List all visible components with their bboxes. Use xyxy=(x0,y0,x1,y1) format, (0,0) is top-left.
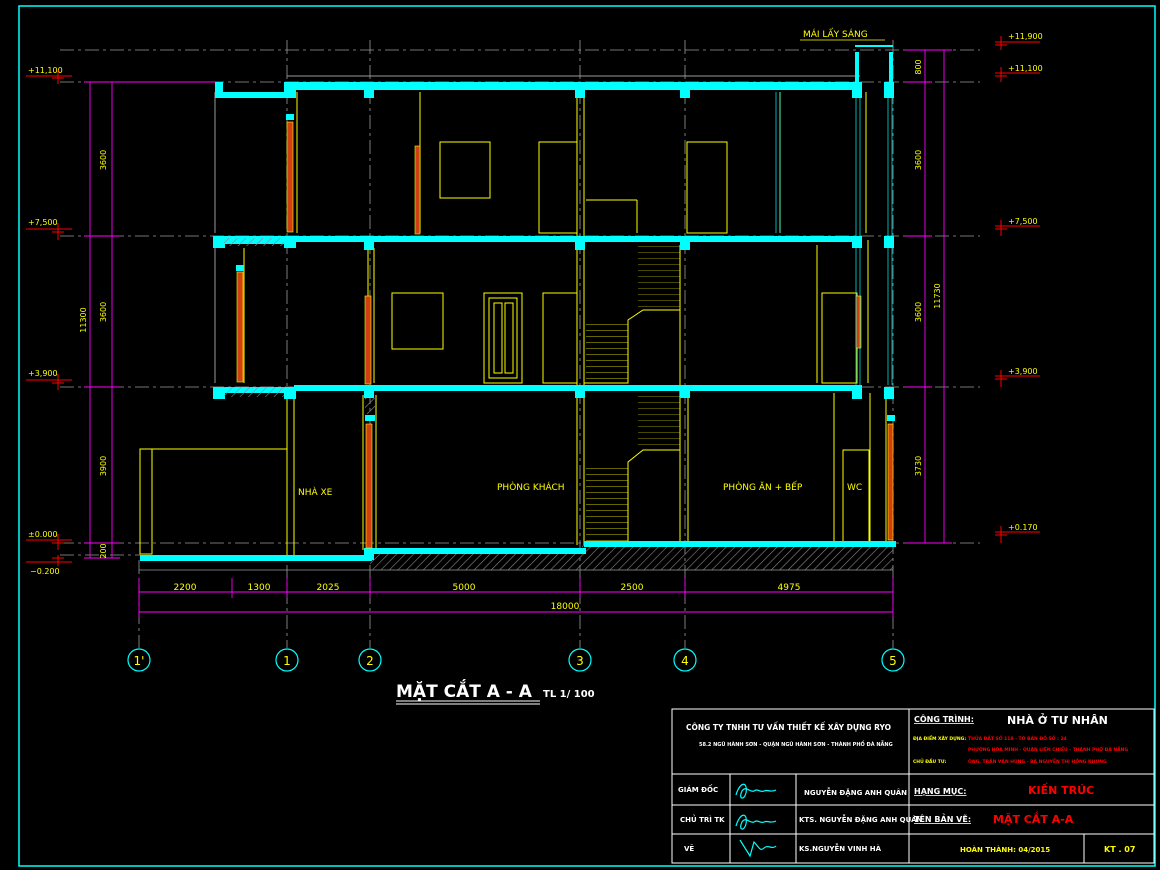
svg-text:+7,500: +7,500 xyxy=(1008,217,1038,226)
level-markers-left: +11,100 +7,500 +3,900 ±0.000 −0.200 xyxy=(28,66,63,576)
svg-text:2025: 2025 xyxy=(317,583,340,593)
svg-text:+11,900: +11,900 xyxy=(1008,32,1043,41)
svg-text:11300: 11300 xyxy=(79,307,88,332)
svg-text:3600: 3600 xyxy=(99,302,108,322)
category-label: HẠNG MỤC: xyxy=(914,787,966,796)
sheet-name-value: MẶT CẮT A-A xyxy=(993,811,1074,826)
svg-text:+11,100: +11,100 xyxy=(1008,64,1043,73)
svg-text:+11,100: +11,100 xyxy=(28,66,63,75)
svg-text:18000: 18000 xyxy=(551,602,580,612)
room-living: PHÒNG KHÁCH xyxy=(497,481,565,493)
director-role: GIÁM ĐỐC xyxy=(678,784,718,794)
svg-text:3900: 3900 xyxy=(99,456,108,476)
svg-text:+7,500: +7,500 xyxy=(28,218,58,227)
svg-text:−0.200: −0.200 xyxy=(30,567,60,576)
owner-label: CHỦ ĐẦU TƯ: xyxy=(913,756,947,765)
room-wc: WC xyxy=(847,483,862,493)
svg-text:3600: 3600 xyxy=(914,150,923,170)
svg-text:1': 1' xyxy=(134,654,145,668)
location-line2: PHƯỜNG HÒA MINH - QUẬN LIÊN CHIỂU - THÀN… xyxy=(968,745,1128,753)
company-name: CÔNG TY TNHH TƯ VẤN THIẾT KẾ XÂY DỰNG RY… xyxy=(686,722,891,732)
drawer-role: VẼ xyxy=(684,844,694,853)
sheet-name-label: TÊN BẢN VẼ: xyxy=(914,813,971,824)
room-garage: NHÀ XE xyxy=(298,486,333,498)
svg-text:+0.170: +0.170 xyxy=(1008,523,1038,532)
svg-text:11730: 11730 xyxy=(933,283,942,308)
svg-text:3600: 3600 xyxy=(914,302,923,322)
ground-hatch-left xyxy=(370,552,582,570)
svg-text:±0.000: ±0.000 xyxy=(28,530,58,539)
level-lines xyxy=(60,49,980,556)
axis-bubbles xyxy=(127,648,905,672)
svg-text:+3,900: +3,900 xyxy=(28,369,58,378)
project-label: CÔNG TRÌNH: xyxy=(914,713,974,724)
sheet-number: KT . 07 xyxy=(1104,845,1135,854)
owner-name: ÔNG. TRẦN VĂN HÙNG - BÀ NGUYỄN THỊ HỒNG … xyxy=(968,756,1107,765)
svg-text:2500: 2500 xyxy=(621,583,644,593)
svg-text:5000: 5000 xyxy=(453,583,476,593)
room-dining: PHÒNG ĂN + BẾP xyxy=(723,481,803,493)
category-value: KIẾN TRÚC xyxy=(1028,782,1094,797)
svg-text:+3,900: +3,900 xyxy=(1008,367,1038,376)
svg-text:1: 1 xyxy=(283,654,291,668)
svg-text:1300: 1300 xyxy=(248,583,271,593)
svg-text:3730: 3730 xyxy=(914,456,923,476)
ground-hatch-right xyxy=(582,545,893,570)
completed-date: HOÀN THÀNH: 04/2015 xyxy=(960,845,1050,854)
drawing-title: MẶT CẮT A - A xyxy=(396,678,533,702)
level-markers-right: +11,900 +11,100 +7,500 +3,900 +0.170 xyxy=(1008,32,1043,532)
chief-role: CHỦ TRÌ TK xyxy=(680,814,725,824)
location-label: ĐỊA ĐIỂM XÂY DỰNG: xyxy=(913,734,966,742)
roof-label: MÁI LẤY SÁNG xyxy=(803,28,868,40)
chief-name: KTS. NGUYỄN ĐẶNG ANH QUÂN xyxy=(799,814,923,824)
svg-text:200: 200 xyxy=(99,543,108,558)
svg-text:800: 800 xyxy=(914,59,923,74)
svg-text:2200: 2200 xyxy=(174,583,197,593)
project-name: NHÀ Ở TƯ NHÂN xyxy=(1007,713,1108,727)
svg-text:3600: 3600 xyxy=(99,150,108,170)
drawer-name: KS.NGUYỄN VINH HÀ xyxy=(799,843,882,853)
svg-text:5: 5 xyxy=(889,654,897,668)
cad-drawing: MÁI LẤY SÁNG NHÀ XE PHÒNG KHÁCH PHÒNG ĂN… xyxy=(18,5,1156,867)
location-line1: THỬA ĐẤT SỐ 118 - TỜ BẢN ĐỒ SỐ : 24 xyxy=(968,733,1067,742)
drawing-scale: TL 1/ 100 xyxy=(543,689,595,700)
horizontal-dimensions: 2200 1300 2025 5000 2500 4975 18000 xyxy=(174,583,801,612)
svg-text:2: 2 xyxy=(366,654,374,668)
svg-text:3: 3 xyxy=(576,654,584,668)
company-address: 58.2 NGŨ HÀNH SƠN - QUẬN NGŨ HÀNH SƠN - … xyxy=(699,740,893,748)
director-name: NGUYỄN ĐẶNG ANH QUÂN xyxy=(804,787,907,797)
svg-text:4: 4 xyxy=(681,654,689,668)
svg-text:4975: 4975 xyxy=(778,583,801,593)
